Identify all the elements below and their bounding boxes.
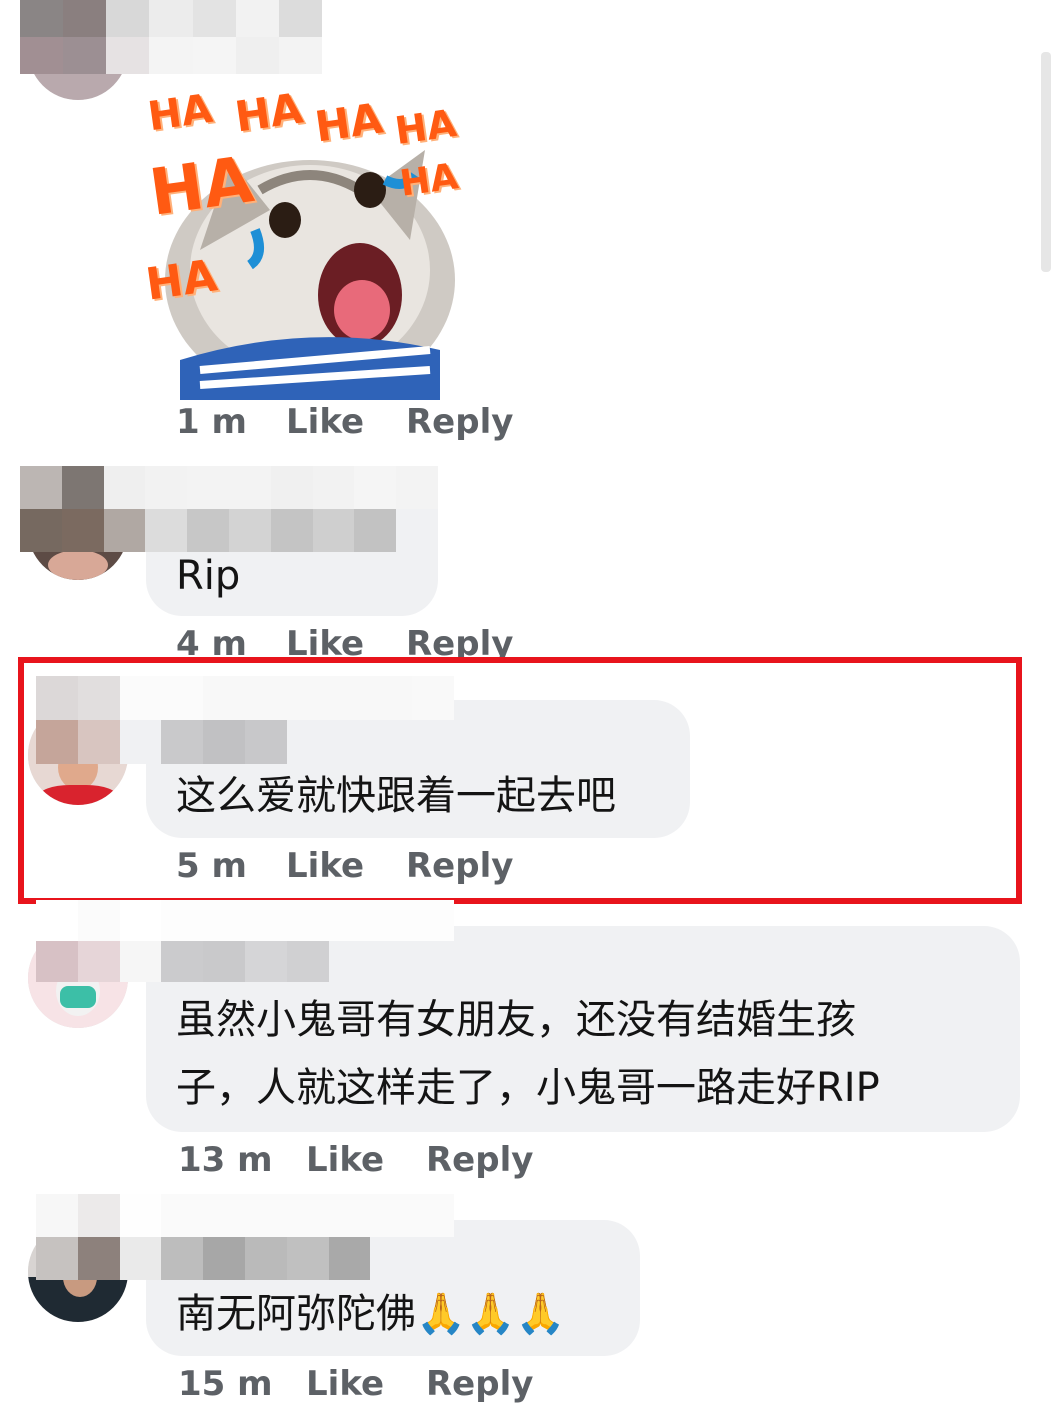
like-button[interactable]: Like <box>286 402 364 442</box>
comment-text: 南无阿弥陀佛🙏🙏🙏 <box>176 1291 566 1337</box>
commenter-name-blurred[interactable] <box>20 0 322 74</box>
reply-button[interactable]: Reply <box>426 1140 533 1180</box>
sticker-ha-text: HA <box>145 143 258 231</box>
highlight-box <box>18 657 1022 904</box>
reply-button[interactable]: Reply <box>406 624 513 658</box>
scrollbar[interactable] <box>1041 52 1051 272</box>
comment-meta: 1 m Like Reply <box>176 402 576 446</box>
comment-time: 13 m <box>178 1140 273 1180</box>
commenter-name-blurred[interactable] <box>20 466 438 552</box>
comment-meta: 15 m Like Reply <box>178 1364 598 1408</box>
comment-text: Rip <box>176 553 241 599</box>
sticker-ha-text: HA <box>142 250 221 311</box>
reply-button[interactable]: Reply <box>426 1364 533 1404</box>
comment-time: 1 m <box>176 402 247 442</box>
sticker-ha-text: HA <box>392 100 459 154</box>
sticker-ha-text: HA <box>145 85 216 141</box>
sticker-ha-text: HA <box>311 93 386 152</box>
cat-laughing-sticker: HA HA HA HA HA HA HA <box>140 80 461 400</box>
like-button[interactable]: Like <box>306 1140 384 1180</box>
commenter-name-blurred[interactable] <box>36 1194 454 1280</box>
comment-text-line-1: 虽然小鬼哥有女朋友，还没有结婚生孩 <box>176 997 856 1043</box>
like-button[interactable]: Like <box>306 1364 384 1404</box>
like-button[interactable]: Like <box>286 624 364 658</box>
reply-button[interactable]: Reply <box>406 402 513 442</box>
comment-time: 4 m <box>176 624 247 658</box>
comment-meta: 13 m Like Reply <box>178 1140 598 1184</box>
sticker-ha-text: HA <box>397 156 461 205</box>
comment-time: 15 m <box>178 1364 273 1404</box>
sticker-ha-text: HA <box>231 83 306 142</box>
comment-text-line-2: 子，人就这样走了，小鬼哥一路走好RIP <box>176 1065 880 1111</box>
commenter-name-blurred[interactable] <box>36 900 454 982</box>
comment-meta: 4 m Like Reply <box>176 624 576 658</box>
